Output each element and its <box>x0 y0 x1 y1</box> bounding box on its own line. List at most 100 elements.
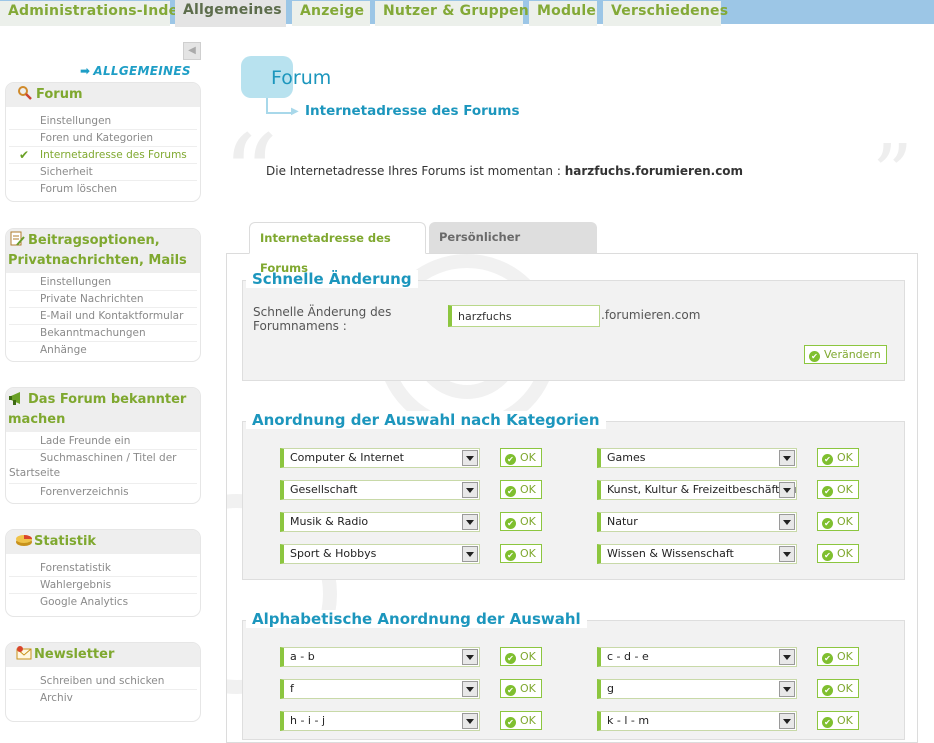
tab-administrations-index[interactable]: Administrations-Index <box>0 1 187 26</box>
sidebar-item-forum-loeschen[interactable]: Forum löschen <box>9 181 197 198</box>
sidebar-item-einstellungen[interactable]: Einstellungen <box>9 274 197 291</box>
ok-button[interactable]: ✔ OK <box>500 647 542 666</box>
arrow-right-icon: ▶ <box>291 106 299 117</box>
chevron-down-icon <box>779 482 795 498</box>
tab-module[interactable]: Module <box>529 1 597 26</box>
category-select[interactable]: Games <box>597 448 797 468</box>
sidebar-item-anhaenge[interactable]: Anhänge <box>9 342 197 359</box>
veraendern-button[interactable]: ✔ Verändern <box>804 345 887 364</box>
sidebar-item-email-kontaktformular[interactable]: E-Mail und Kontaktformular <box>9 308 197 325</box>
tab-anzeige[interactable]: Anzeige <box>292 1 370 26</box>
document-edit-icon <box>8 231 28 247</box>
sidebar-box-title: Newsletter <box>34 647 115 662</box>
tab-internetadresse[interactable]: Internetadresse des Forums <box>249 222 426 275</box>
check-circle-icon: ✔ <box>822 454 833 465</box>
sidebar-box-newsletter: Newsletter Schreiben und schicken Archiv <box>5 642 201 722</box>
category-select[interactable]: Wissen & Wissenschaft <box>597 544 797 564</box>
sidebar-item-suchmaschinen[interactable]: Suchmaschinen / Titel der Startseite <box>9 450 197 484</box>
pie-chart-icon <box>14 532 34 548</box>
button-label: OK <box>837 682 853 695</box>
button-label: OK <box>837 547 853 560</box>
select-value: Games <box>607 451 646 464</box>
select-value: h - i - j <box>290 714 326 727</box>
sidebar-item-archiv[interactable]: Archiv <box>9 690 197 707</box>
ok-button[interactable]: ✔ OK <box>817 544 859 563</box>
sidebar-box-beitragsoptionen: Beitragsoptionen, Privatnachrichten, Mai… <box>5 228 201 362</box>
button-label: OK <box>520 547 536 560</box>
alphabet-select[interactable]: g <box>597 679 797 699</box>
check-circle-icon: ✔ <box>505 454 516 465</box>
button-label: OK <box>837 451 853 464</box>
sidebar-item-google-analytics[interactable]: Google Analytics <box>9 594 197 611</box>
sidebar-item-internetadresse[interactable]: ✔ Internetadresse des Forums <box>9 147 197 164</box>
check-circle-icon: ✔ <box>505 717 516 728</box>
section-title-alphabetical: Alphabetische Anordnung der Auswahl <box>246 610 587 628</box>
button-label: OK <box>520 451 536 464</box>
ok-button[interactable]: ✔ OK <box>817 448 859 467</box>
sidebar-item-schreiben-schicken[interactable]: Schreiben und schicken <box>9 673 197 690</box>
category-select[interactable]: Musik & Radio <box>280 512 480 532</box>
sidebar-item-foren-kategorien[interactable]: Foren und Kategorien <box>9 130 197 147</box>
ok-button[interactable]: ✔ OK <box>500 679 542 698</box>
sidebar-item-sicherheit[interactable]: Sicherheit <box>9 164 197 181</box>
check-circle-icon: ✔ <box>822 486 833 497</box>
sidebar-item-wahlergebnis[interactable]: Wahlergebnis <box>9 577 197 594</box>
check-circle-icon: ✔ <box>822 685 833 696</box>
section-title-categories: Anordnung der Auswahl nach Kategorien <box>246 411 606 429</box>
alphabet-select[interactable]: h - i - j <box>280 711 480 731</box>
ok-button[interactable]: ✔ OK <box>817 647 859 666</box>
ok-button[interactable]: ✔ OK <box>500 480 542 499</box>
ok-button[interactable]: ✔ OK <box>500 448 542 467</box>
category-select[interactable]: Gesellschaft <box>280 480 480 500</box>
ok-button[interactable]: ✔ OK <box>500 512 542 531</box>
ok-button[interactable]: ✔ OK <box>817 480 859 499</box>
ok-button[interactable]: ✔ OK <box>500 711 542 730</box>
ok-button[interactable]: ✔ OK <box>817 711 859 730</box>
sidebar-item-private-nachrichten[interactable]: Private Nachrichten <box>9 291 197 308</box>
ok-button[interactable]: ✔ OK <box>817 679 859 698</box>
ok-button[interactable]: ✔ OK <box>817 512 859 531</box>
check-circle-icon: ✔ <box>505 518 516 529</box>
chevron-down-icon <box>779 546 795 562</box>
button-label: OK <box>520 682 536 695</box>
category-select[interactable]: Kunst, Kultur & Freizeitbeschäftigung <box>597 480 797 500</box>
chevron-down-icon <box>462 546 478 562</box>
current-address-url: harzfuchs.forumieren.com <box>564 164 744 178</box>
alphabet-select[interactable]: k - l - m <box>597 711 797 731</box>
sidebar-item-einstellungen[interactable]: Einstellungen <box>9 113 197 130</box>
tab-verschiedenes[interactable]: Verschiedenes <box>603 1 728 26</box>
button-label: OK <box>520 515 536 528</box>
alphabet-select[interactable]: c - d - e <box>597 647 797 667</box>
sidebar-item-forenstatistik[interactable]: Forenstatistik <box>9 560 197 577</box>
category-select[interactable]: Natur <box>597 512 797 532</box>
button-label: OK <box>520 714 536 727</box>
sidebar-box-header: Beitragsoptionen, Privatnachrichten, Mai… <box>6 229 200 273</box>
select-value: Computer & Internet <box>290 451 404 464</box>
tab-nutzer-gruppen[interactable]: Nutzer & Gruppen <box>375 1 529 26</box>
chevron-down-icon <box>462 681 478 697</box>
tab-allgemeines[interactable]: Allgemeines <box>175 0 286 27</box>
collapse-sidebar-button[interactable]: ◀ <box>183 42 201 60</box>
check-circle-icon: ✔ <box>809 351 820 362</box>
tab-persoenlicher-domainname[interactable]: Persönlicher Domainname <box>429 222 597 274</box>
sidebar-box-bekannter-machen: Das Forum bekannter machen Lade Freunde … <box>5 387 201 504</box>
ok-button[interactable]: ✔ OK <box>500 544 542 563</box>
check-circle-icon: ✔ <box>822 653 833 664</box>
alphabet-select[interactable]: a - b <box>280 647 480 667</box>
select-value: f <box>290 682 294 695</box>
check-circle-icon: ✔ <box>505 486 516 497</box>
chevron-down-icon <box>779 514 795 530</box>
check-circle-icon: ✔ <box>822 717 833 728</box>
alphabet-select[interactable]: f <box>280 679 480 699</box>
sidebar-item-lade-freunde-ein[interactable]: Lade Freunde ein <box>9 433 197 450</box>
forum-name-input[interactable] <box>448 305 600 327</box>
sidebar-item-forenverzeichnis[interactable]: Forenverzeichnis <box>9 484 197 501</box>
select-value: Kunst, Kultur & Freizeitbeschäftigung <box>607 483 796 496</box>
sidebar-item-bekanntmachungen[interactable]: Bekanntmachungen <box>9 325 197 342</box>
magnifier-tools-icon <box>16 85 36 101</box>
button-label: OK <box>837 515 853 528</box>
category-select[interactable]: Computer & Internet <box>280 448 480 468</box>
category-select[interactable]: Sport & Hobbys <box>280 544 480 564</box>
check-circle-icon: ✔ <box>505 653 516 664</box>
quote-close-icon: ” <box>872 127 913 220</box>
